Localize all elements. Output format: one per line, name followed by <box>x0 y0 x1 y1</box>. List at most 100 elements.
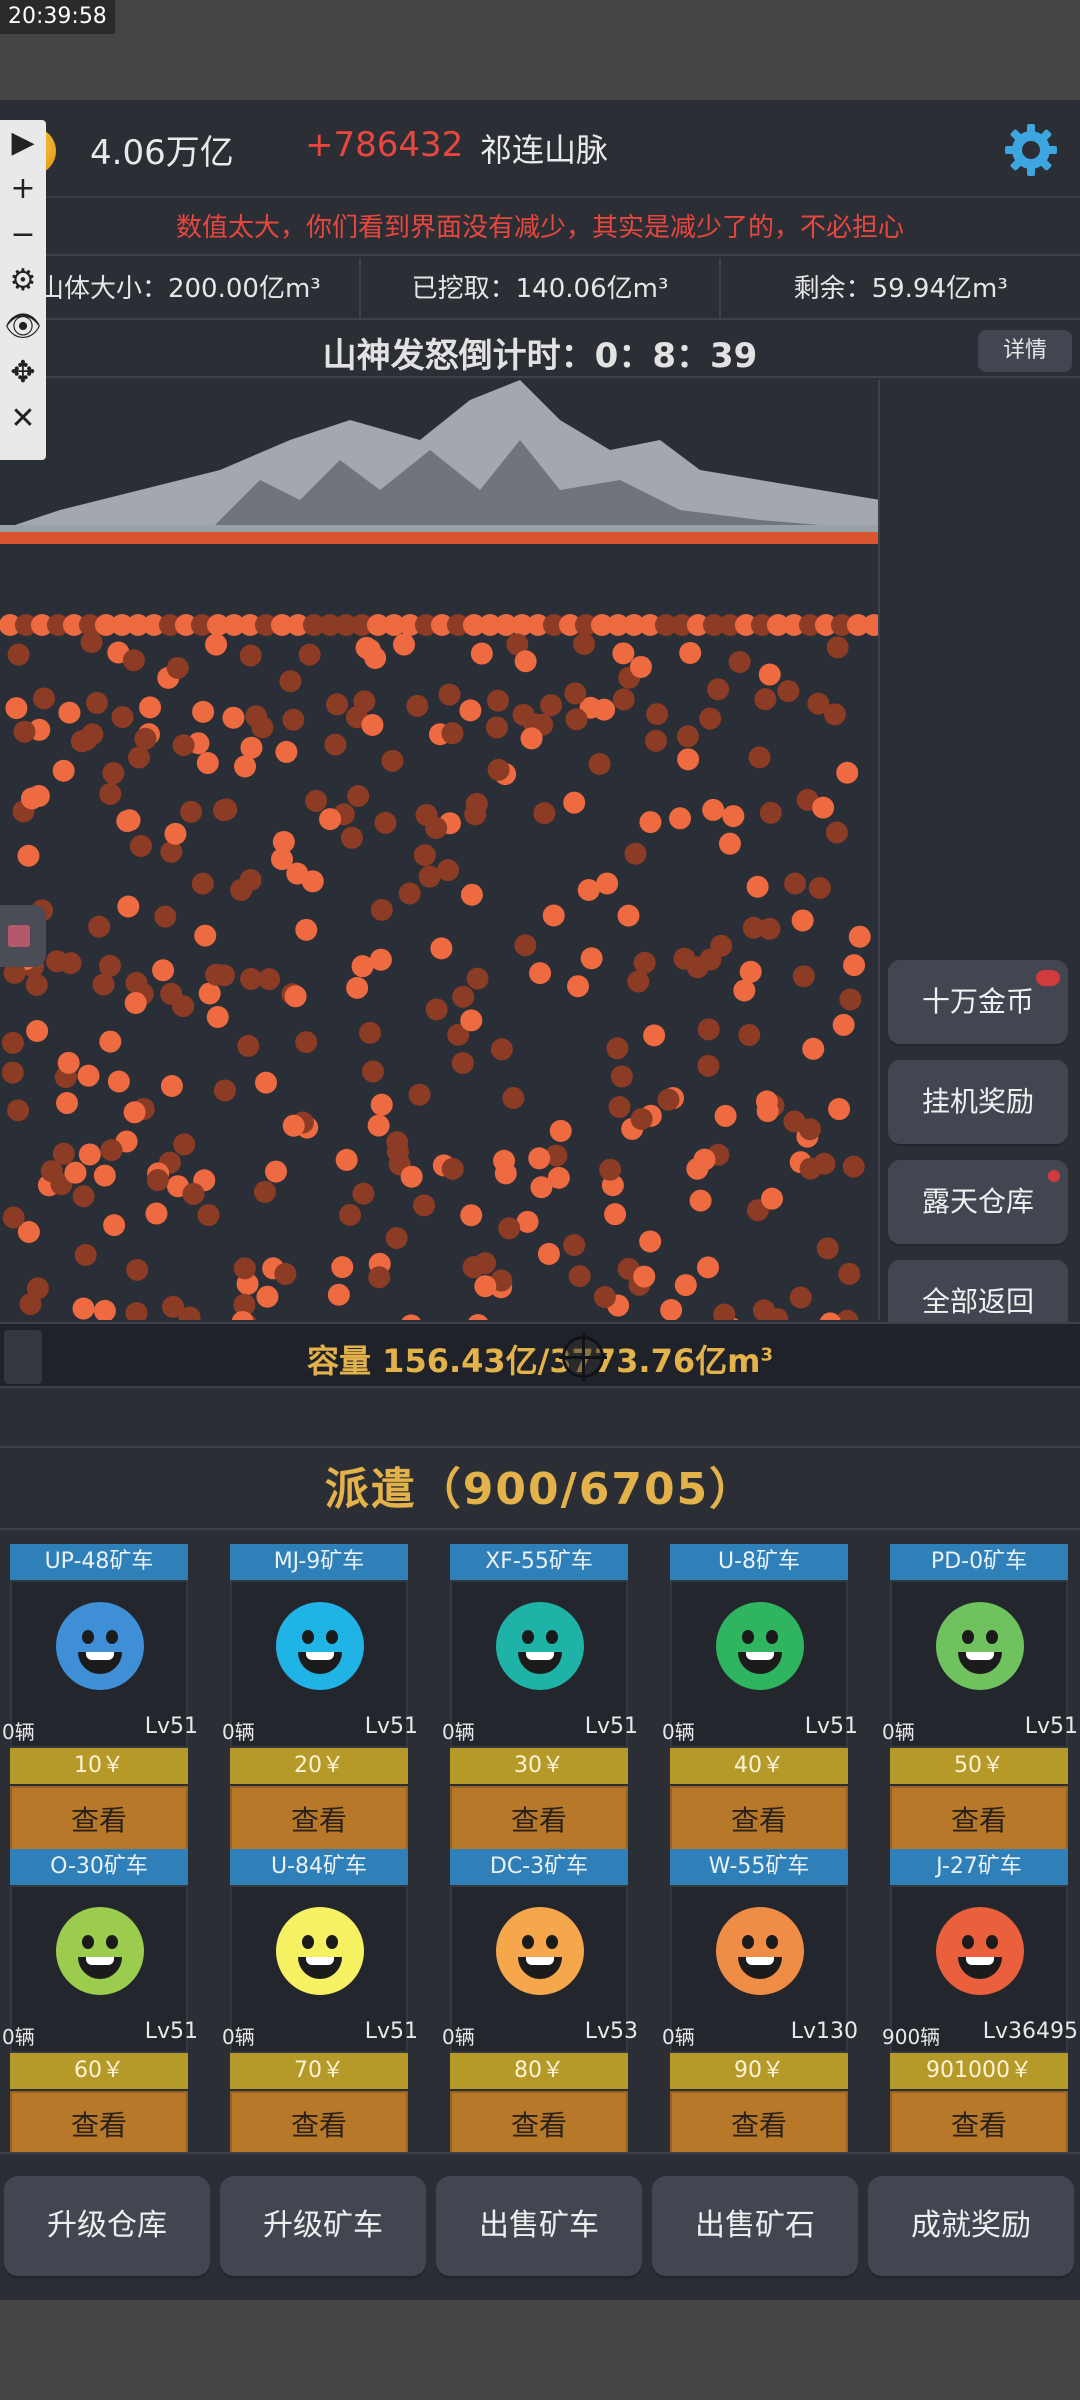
miner-icon <box>836 761 859 784</box>
miner-icon <box>139 696 162 719</box>
side-button-warehouse[interactable]: 露天仓库 <box>888 1160 1068 1244</box>
move-icon[interactable]: ✥ <box>0 350 46 396</box>
capacity-label: 容量 <box>307 1342 372 1380</box>
truck-face-icon <box>496 1907 584 1995</box>
truck-name: PD-0矿车 <box>890 1544 1068 1580</box>
stat-remaining: 剩余：59.94亿m³ <box>793 274 1008 304</box>
truck-portrait: 0辆 Lv51 <box>222 1580 418 1748</box>
miner-icon <box>125 1302 148 1320</box>
mine-area[interactable] <box>0 380 880 1320</box>
miner-icon <box>627 970 650 993</box>
truck-count: 900辆 <box>882 2025 941 2049</box>
miner-icon <box>669 807 692 830</box>
miner-icon <box>604 1203 627 1226</box>
truck-price-button[interactable]: 40￥ <box>670 1748 848 1784</box>
miner-icon <box>606 1037 629 1060</box>
truck-name: W-55矿车 <box>670 1849 848 1885</box>
miner-icon <box>645 729 668 752</box>
side-button-idle-reward[interactable]: 挂机奖励 <box>888 1060 1068 1144</box>
miner-icon <box>686 1157 709 1180</box>
truck-count: 0辆 <box>222 2025 255 2049</box>
settings-icon[interactable]: ⚙ <box>0 258 46 304</box>
crosshair-icon[interactable] <box>559 1333 607 1381</box>
truck-card: J-27矿车 900辆 Lv36495 901000￥ 查看 <box>880 1837 1078 2157</box>
truck-price-button[interactable]: 70￥ <box>230 2053 408 2089</box>
miner-icon <box>529 962 552 985</box>
miner-icon <box>253 1180 276 1203</box>
miner-icon <box>624 842 647 865</box>
truck-view-button[interactable]: 查看 <box>10 2091 188 2157</box>
top-header: 4.06万亿 +786432 祁连山脉 <box>0 100 1080 198</box>
details-button[interactable]: 详情 <box>978 330 1072 372</box>
mountain-stats: 山体大小：200.00亿m³ 已挖取：140.06亿m³ 剩余：59.94亿m³ <box>0 258 1080 320</box>
miner-icon <box>5 697 28 720</box>
miner-icon <box>58 701 81 724</box>
mountain-illustration <box>0 380 878 1320</box>
miner-icon <box>172 734 195 757</box>
sell-ore-button[interactable]: 出售矿石 <box>652 2176 858 2276</box>
truck-portrait: 0辆 Lv51 <box>882 1580 1078 1748</box>
miner-icon <box>722 805 745 828</box>
truck-name: U-84矿车 <box>230 1849 408 1885</box>
miner-icon <box>279 670 302 693</box>
miner-icon <box>80 631 103 654</box>
miner-icon <box>351 955 374 978</box>
truck-price-button[interactable]: 90￥ <box>670 2053 848 2089</box>
truck-price-button[interactable]: 80￥ <box>450 2053 628 2089</box>
miner-icon <box>697 1256 720 1279</box>
miner-icon <box>565 708 588 731</box>
miner-icon <box>828 1098 851 1121</box>
settings-gear-icon[interactable] <box>1003 122 1059 178</box>
notice-text: 数值太大，你们看到界面没有减少，其实是减少了的，不必担心 <box>0 200 1080 256</box>
miner-icon <box>40 1160 63 1183</box>
upgrade-truck-button[interactable]: 升级矿车 <box>220 2176 426 2276</box>
miner-icon <box>256 1285 279 1308</box>
miner-icon <box>284 985 307 1008</box>
miner-icon <box>608 1095 631 1118</box>
miner-icon <box>630 1108 653 1131</box>
achievement-reward-button[interactable]: 成就奖励 <box>868 2176 1074 2276</box>
miner-icon <box>298 643 321 666</box>
truck-price-button[interactable]: 30￥ <box>450 1748 628 1784</box>
miner-icon <box>386 1131 409 1154</box>
miner-icon <box>88 915 111 938</box>
close-icon[interactable]: ✕ <box>0 396 46 442</box>
truck-count: 0辆 <box>662 2025 695 2049</box>
miner-icon <box>1 1061 24 1084</box>
sell-truck-button[interactable]: 出售矿车 <box>436 2176 642 2276</box>
upgrade-warehouse-button[interactable]: 升级仓库 <box>4 2176 210 2276</box>
truck-portrait: 0辆 Lv53 <box>442 1885 638 2053</box>
notification-badge <box>1036 970 1060 986</box>
hide-icon[interactable]: 👁 <box>0 304 46 350</box>
truck-card: PD-0矿车 0辆 Lv51 50￥ 查看 <box>880 1532 1078 1852</box>
truck-price-button[interactable]: 60￥ <box>10 2053 188 2089</box>
miner-icon <box>393 633 416 656</box>
side-button-gold[interactable]: 十万金币 <box>888 960 1068 1044</box>
truck-view-button[interactable]: 查看 <box>450 2091 628 2157</box>
truck-view-button[interactable]: 查看 <box>890 2091 1068 2157</box>
miner-icon <box>78 1143 101 1166</box>
zoom-in-icon[interactable]: + <box>0 166 46 212</box>
truck-price-button[interactable]: 20￥ <box>230 1748 408 1784</box>
miner-icon <box>533 802 556 825</box>
truck-view-button[interactable]: 查看 <box>230 2091 408 2157</box>
miner-icon <box>205 963 228 986</box>
miner-icon <box>180 800 203 823</box>
truck-price-button[interactable]: 10￥ <box>10 1748 188 1784</box>
miner-icon <box>707 678 730 701</box>
side-pull-tab[interactable] <box>0 905 46 967</box>
miner-icon <box>72 1297 95 1320</box>
miner-icon <box>646 703 669 726</box>
truck-price-button[interactable]: 50￥ <box>890 1748 1068 1784</box>
truck-portrait: 0辆 Lv51 <box>222 1885 418 2053</box>
zoom-out-icon[interactable]: − <box>0 212 46 258</box>
miner-icon <box>272 830 295 853</box>
miner-icon <box>689 1189 712 1212</box>
truck-price-button[interactable]: 901000￥ <box>890 2053 1068 2089</box>
truck-card: MJ-9矿车 0辆 Lv51 20￥ 查看 <box>220 1532 418 1852</box>
miner-icon <box>520 727 543 750</box>
miner-icon <box>370 898 393 921</box>
truck-view-button[interactable]: 查看 <box>670 2091 848 2157</box>
truck-name: DC-3矿车 <box>450 1849 628 1885</box>
play-icon[interactable]: ▶ <box>0 120 46 166</box>
